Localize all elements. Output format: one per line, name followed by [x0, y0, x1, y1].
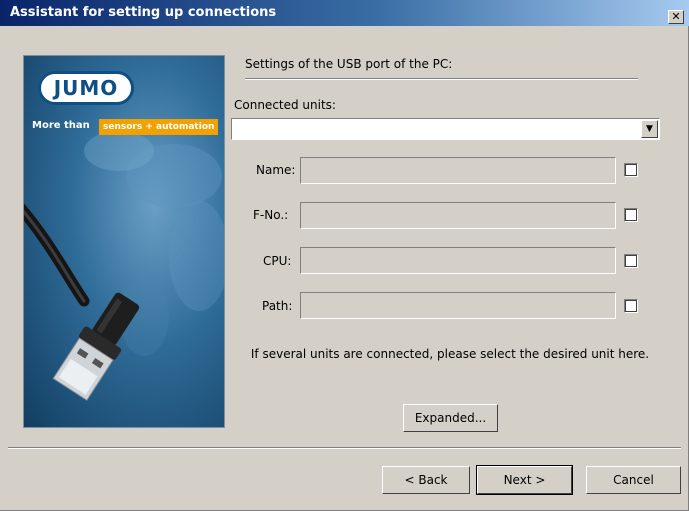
cpu-field[interactable]	[300, 247, 616, 274]
fno-label: F-No.:	[253, 208, 289, 222]
brand-image-panel: JUMO More than sensors + automation	[23, 55, 225, 428]
back-button[interactable]: < Back	[382, 466, 470, 494]
path-field[interactable]	[300, 292, 616, 319]
next-button[interactable]: Next >	[476, 465, 573, 495]
path-label: Path:	[262, 299, 293, 313]
window-title: Assistant for setting up connections	[10, 5, 277, 20]
close-icon: ✕	[671, 10, 681, 23]
name-checkbox[interactable]	[624, 163, 638, 177]
selection-hint: If several units are connected, please s…	[250, 347, 650, 361]
name-field[interactable]	[300, 157, 616, 184]
section-divider	[245, 78, 638, 80]
dialog-window: Assistant for setting up connections ✕ J…	[0, 0, 689, 511]
cpu-label: CPU:	[263, 254, 292, 268]
close-button[interactable]: ✕	[668, 10, 684, 24]
name-label: Name:	[256, 163, 296, 177]
path-checkbox[interactable]	[624, 299, 638, 313]
connected-units-label: Connected units:	[234, 98, 336, 112]
section-title: Settings of the USB port of the PC:	[245, 57, 453, 71]
usb-cable-image	[24, 203, 140, 401]
title-bar[interactable]: Assistant for setting up connections	[0, 0, 689, 26]
fno-field[interactable]	[300, 202, 616, 229]
fno-checkbox[interactable]	[624, 208, 638, 222]
footer-divider	[8, 447, 681, 449]
expanded-button[interactable]: Expanded...	[403, 404, 498, 432]
connected-units-dropdown[interactable]: ▼	[231, 118, 660, 140]
cpu-checkbox[interactable]	[624, 254, 638, 268]
dropdown-arrow-icon[interactable]: ▼	[641, 120, 658, 138]
cancel-button[interactable]: Cancel	[586, 466, 681, 494]
